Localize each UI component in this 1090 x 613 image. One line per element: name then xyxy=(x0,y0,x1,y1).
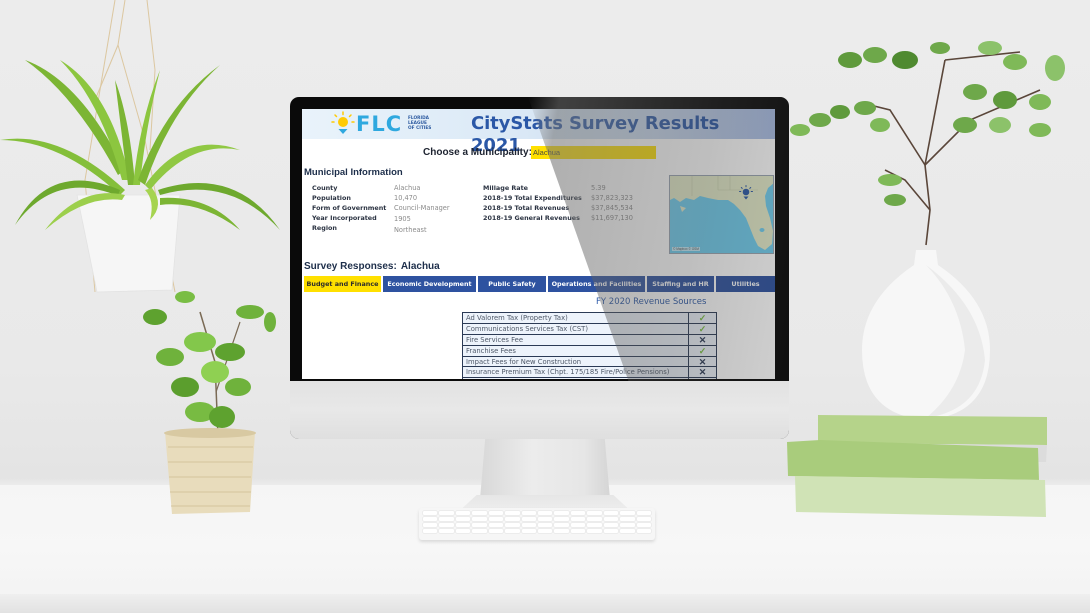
info-value: 1905 xyxy=(394,215,411,223)
keyboard-key xyxy=(570,511,586,515)
keyboard-key xyxy=(554,523,569,527)
keyboard-key xyxy=(603,529,619,533)
keyboard-key xyxy=(603,523,619,527)
keyboard-key xyxy=(620,517,635,521)
keyboard-key xyxy=(587,529,602,533)
keyboard-key xyxy=(423,517,438,521)
keyboard-key xyxy=(455,511,471,515)
info-row: Year Incorporated 1905 xyxy=(312,213,450,223)
survey-municipality: Alachua xyxy=(400,261,440,272)
info-value: 10,470 xyxy=(394,194,418,202)
keyboard xyxy=(419,508,655,540)
keyboard-key xyxy=(472,517,487,521)
keyboard-key xyxy=(570,529,586,533)
keyboard-key xyxy=(636,511,651,515)
tab-economic-development[interactable]: Economic Development xyxy=(383,276,476,292)
keyboard-key xyxy=(554,529,569,533)
info-label: County xyxy=(312,184,338,192)
info-label: Region xyxy=(312,224,337,232)
keyboard-key xyxy=(472,511,487,515)
info-label: Population xyxy=(312,194,351,202)
keyboard-key xyxy=(538,517,553,521)
keyboard-key xyxy=(488,523,504,527)
municipal-info-left: County Alachua Population 10,470 Form of G… xyxy=(312,183,450,234)
monitor-stand xyxy=(480,439,610,499)
keyboard-key xyxy=(620,511,635,515)
info-value: Council-Manager xyxy=(394,204,450,212)
keyboard-key xyxy=(521,517,536,521)
info-row: Region Northeast xyxy=(312,223,450,234)
keyboard-key xyxy=(505,529,520,533)
keyboard-key xyxy=(439,529,454,533)
keyboard-key xyxy=(570,523,586,527)
municipality-chooser-label: Choose a Municipality: xyxy=(423,147,532,158)
survey-responses-heading: Survey Responses: Alachua xyxy=(304,261,440,272)
info-row: County Alachua xyxy=(312,183,450,193)
info-value: Alachua xyxy=(394,184,421,192)
lightbulb-sun-icon xyxy=(331,111,355,134)
keyboard-key xyxy=(570,517,586,521)
hanging-fern-plant xyxy=(0,0,280,293)
keyboard-key xyxy=(636,529,651,533)
keyboard-key xyxy=(587,523,602,527)
keyboard-key xyxy=(505,511,520,515)
keyboard-key xyxy=(636,517,651,521)
keyboard-key xyxy=(521,529,536,533)
keyboard-key xyxy=(423,529,438,533)
logo-text: FLC xyxy=(356,112,403,136)
keyboard-key xyxy=(488,511,504,515)
keyboard-key xyxy=(488,529,504,533)
keyboard-key xyxy=(554,511,569,515)
keyboard-key xyxy=(488,517,504,521)
keyboard-key xyxy=(538,529,553,533)
info-value: Northeast xyxy=(394,226,427,234)
keyboard-key xyxy=(472,529,487,533)
tab-budget-and-finance[interactable]: Budget and Finance xyxy=(304,276,381,292)
monitor-chin xyxy=(290,381,789,439)
info-row: Form of Government Council-Manager xyxy=(312,203,450,213)
keyboard-key xyxy=(538,511,553,515)
tab-public-safety[interactable]: Public Safety xyxy=(478,276,546,292)
keyboard-key xyxy=(505,523,520,527)
keyboard-key xyxy=(603,511,619,515)
keyboard-key xyxy=(423,511,438,515)
desk-edge xyxy=(0,594,1090,613)
keyboard-key xyxy=(554,517,569,521)
keyboard-key xyxy=(587,517,602,521)
basket-plant xyxy=(143,291,276,514)
keyboard-key xyxy=(538,523,553,527)
keyboard-key xyxy=(620,523,635,527)
keyboard-key xyxy=(455,529,471,533)
keyboard-key xyxy=(521,523,536,527)
vase-with-books xyxy=(787,41,1065,517)
logo-subtitle: FLORIDA LEAGUE OF CITIES xyxy=(408,116,438,131)
keyboard-key xyxy=(620,529,635,533)
keyboard-key xyxy=(423,523,438,527)
keyboard-key xyxy=(521,511,536,515)
keyboard-key xyxy=(505,517,520,521)
info-label: Form of Government xyxy=(312,204,387,212)
info-label: Year Incorporated xyxy=(312,214,377,222)
keyboard-key xyxy=(587,511,602,515)
keyboard-key xyxy=(455,517,471,521)
keyboard-key xyxy=(439,517,454,521)
info-row: Population 10,470 xyxy=(312,193,450,203)
survey-heading-label: Survey Responses: xyxy=(304,261,397,272)
municipal-info-heading: Municipal Information xyxy=(304,167,403,178)
keyboard-key xyxy=(472,523,487,527)
keyboard-key xyxy=(603,517,619,521)
keyboard-key xyxy=(455,523,471,527)
logo-subtitle-line: OF CITIES xyxy=(408,126,432,131)
monitor: FLC FLORIDA LEAGUE OF CITIES CityStats S… xyxy=(290,97,789,439)
keyboard-key xyxy=(636,523,651,527)
flc-logo: FLC FLORIDA LEAGUE OF CITIES xyxy=(330,111,440,137)
keyboard-key xyxy=(439,523,454,527)
keyboard-key xyxy=(439,511,454,515)
